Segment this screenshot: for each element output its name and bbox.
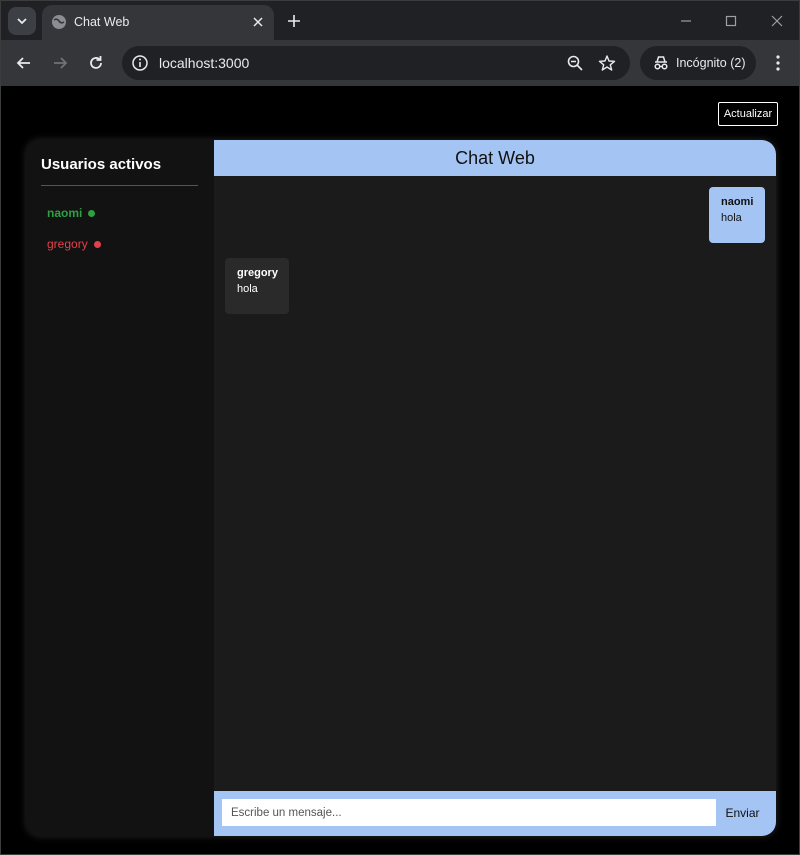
send-button[interactable]: Enviar: [719, 799, 766, 826]
message-bubble-other: gregory hola: [225, 258, 289, 314]
tab-search-button[interactable]: [8, 7, 36, 35]
back-arrow-icon[interactable]: [14, 53, 34, 73]
page-viewport: Actualizar Usuarios activos naomi gregor…: [0, 86, 800, 855]
user-item-naomi[interactable]: naomi: [47, 206, 96, 220]
message-composer: Enviar: [214, 791, 776, 836]
incognito-label: Incógnito (2): [676, 56, 746, 70]
reload-icon[interactable]: [86, 53, 106, 73]
close-tab-icon[interactable]: [250, 14, 266, 30]
message-author: naomi: [721, 196, 754, 208]
minimize-icon[interactable]: [678, 13, 694, 29]
globe-icon: [52, 15, 66, 29]
zoom-icon[interactable]: [566, 54, 584, 72]
message-input[interactable]: [222, 799, 716, 826]
active-users-sidebar: Usuarios activos naomi gregory: [26, 140, 214, 836]
chat-title: Chat Web: [455, 147, 535, 168]
maximize-icon[interactable]: [723, 13, 739, 29]
chat-header: Chat Web: [214, 140, 776, 176]
browser-tab-strip: Chat Web: [0, 0, 800, 41]
message-author: gregory: [237, 267, 278, 279]
sidebar-title: Usuarios activos: [41, 156, 162, 173]
incognito-profile-button[interactable]: Incógnito (2): [640, 46, 756, 80]
more-menu-icon[interactable]: [769, 53, 787, 73]
forward-arrow-icon[interactable]: [50, 53, 70, 73]
browser-toolbar: localhost:3000 Incógnito (2): [0, 40, 800, 86]
incognito-icon: [654, 56, 668, 70]
address-bar[interactable]: localhost:3000: [122, 46, 630, 80]
close-window-icon[interactable]: [769, 13, 785, 29]
chevron-down-icon: [17, 18, 27, 25]
chat-app: Usuarios activos naomi gregory Chat Web …: [26, 140, 776, 836]
url-text: localhost:3000: [159, 55, 250, 71]
message-bubble-own: naomi hola: [709, 187, 765, 243]
site-info-icon[interactable]: [131, 54, 149, 72]
message-text: hola: [237, 283, 258, 295]
new-tab-icon[interactable]: [285, 12, 303, 30]
user-name: gregory: [47, 237, 88, 251]
chat-panel: Chat Web naomi hola gregory hola Enviar: [214, 140, 776, 836]
message-text: hola: [721, 212, 742, 224]
user-item-gregory[interactable]: gregory: [47, 237, 101, 251]
offline-status-dot: [93, 240, 101, 248]
sidebar-divider: [41, 185, 198, 186]
tab-chat-web[interactable]: Chat Web: [42, 5, 274, 41]
bookmark-star-icon[interactable]: [598, 54, 616, 72]
tab-title: Chat Web: [74, 15, 130, 29]
online-status-dot: [88, 209, 96, 217]
refresh-button[interactable]: Actualizar: [718, 102, 778, 126]
user-name: naomi: [47, 206, 83, 220]
